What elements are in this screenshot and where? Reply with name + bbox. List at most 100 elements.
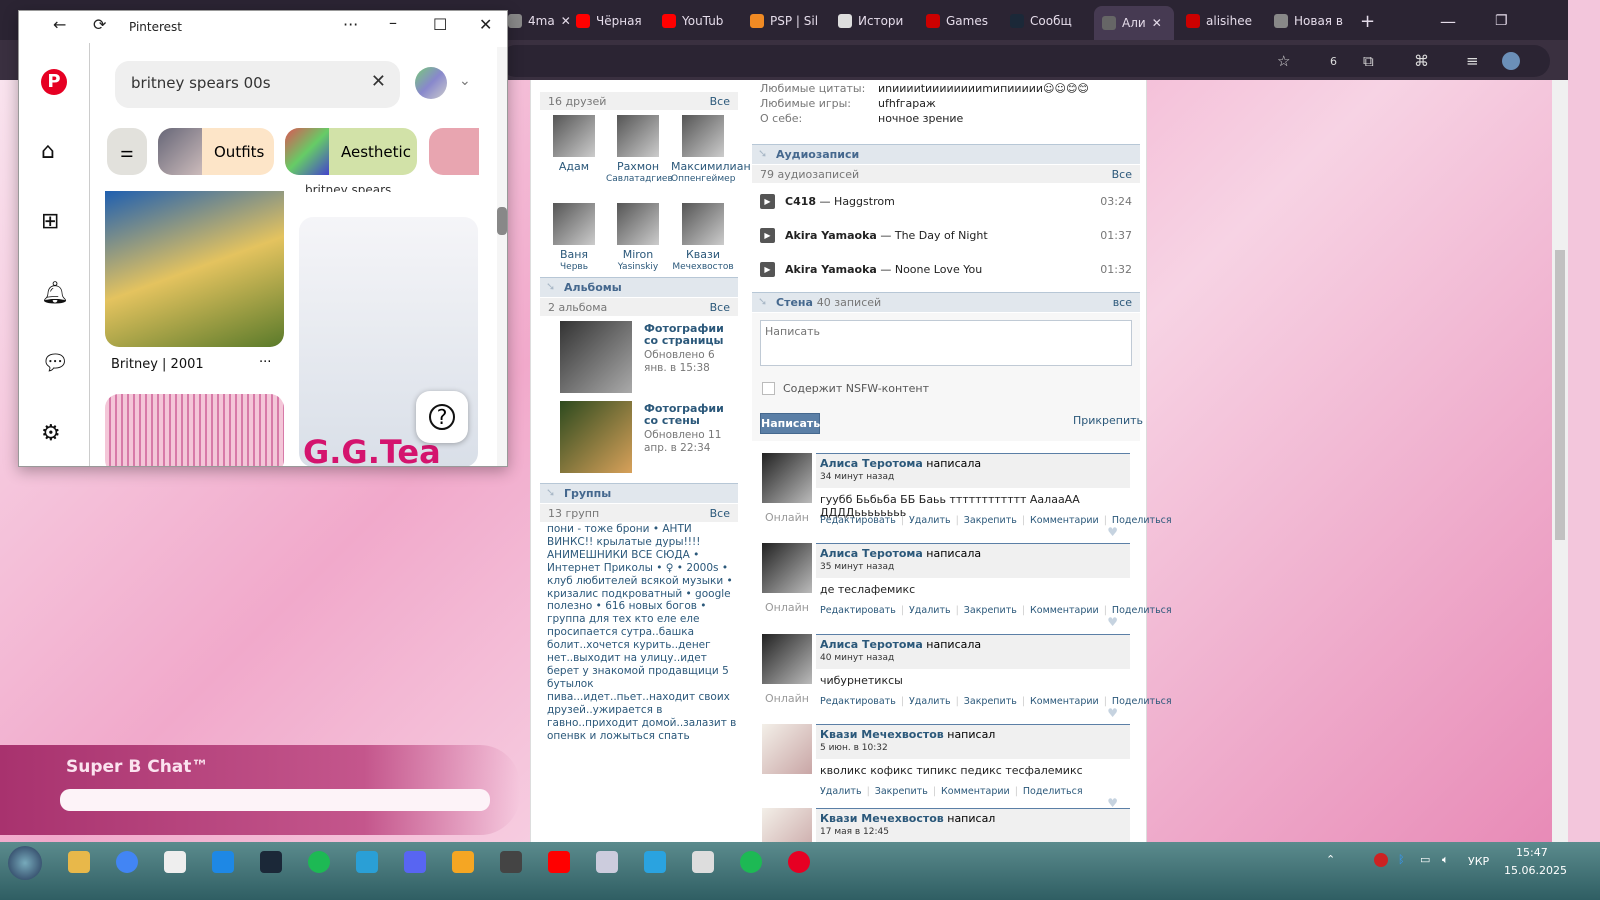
audio-all-link[interactable]: Все <box>1112 168 1132 181</box>
taskbar-spotify-icon[interactable] <box>308 851 330 873</box>
like-heart-icon[interactable]: ♥ <box>1107 525 1118 539</box>
post-comments-link[interactable]: Комментарии <box>1030 696 1099 707</box>
minimize-icon[interactable]: – <box>389 13 397 32</box>
post-edit-link[interactable]: Редактировать <box>820 696 896 707</box>
network-icon[interactable]: ▭ <box>1420 853 1430 866</box>
post-delete-link[interactable]: Удалить <box>820 786 862 797</box>
clock-time[interactable]: 15:47 <box>1516 846 1548 859</box>
post-author-link[interactable]: Алиса Теротома <box>820 547 923 560</box>
help-button[interactable]: ? <box>416 391 468 443</box>
taskbar-file-explorer-icon[interactable] <box>68 851 90 873</box>
like-heart-icon[interactable]: ♥ <box>1107 706 1118 720</box>
new-tab-button[interactable]: + <box>1360 8 1375 34</box>
friend-item[interactable]: Максимилиан Оппенгеймер <box>671 115 751 185</box>
post-time[interactable]: 40 минут назад <box>820 653 1126 663</box>
attach-link[interactable]: Прикрепить <box>1073 414 1143 427</box>
user-avatar[interactable] <box>415 67 447 99</box>
taskbar-youtube-icon[interactable] <box>548 851 570 873</box>
tray-app-icon[interactable] <box>1374 853 1388 867</box>
chip-aesthetic[interactable]: Aesthetic <box>285 128 417 175</box>
close-tab-icon[interactable]: ✕ <box>1152 16 1162 30</box>
close-tab-icon[interactable]: ✕ <box>561 14 571 28</box>
post-time[interactable]: 34 минут назад <box>820 472 1126 482</box>
home-icon[interactable]: ⌂ <box>41 139 55 164</box>
post-share-link[interactable]: Поделиться <box>1023 786 1083 797</box>
browser-tab[interactable]: alisihee <box>1186 8 1264 34</box>
browser-tab[interactable]: YouTub <box>662 8 740 34</box>
post-comments-link[interactable]: Комментарии <box>1030 515 1099 526</box>
like-heart-icon[interactable]: ♥ <box>1107 615 1118 629</box>
translate-icon[interactable]: ⌘ <box>1414 52 1429 70</box>
post-comments-link[interactable]: Комментарии <box>1030 605 1099 616</box>
taskbar-app-icon[interactable] <box>452 851 474 873</box>
bell-icon[interactable]: 🔔︎ <box>41 281 69 306</box>
refresh-icon[interactable]: ⟳ <box>93 15 106 34</box>
nsfw-checkbox[interactable]: Содержит NSFW-контент <box>762 382 929 395</box>
bluetooth-icon[interactable]: ᛒ <box>1398 853 1405 866</box>
pinterest-logo[interactable]: P <box>41 69 67 95</box>
friend-item[interactable]: Адам <box>542 115 606 173</box>
extensions-icon[interactable]: ⧉ <box>1363 52 1374 70</box>
search-input[interactable]: britney spears 00s ✕ <box>115 61 400 108</box>
back-icon[interactable]: ← <box>53 15 66 34</box>
play-icon[interactable]: ▶ <box>760 193 775 209</box>
browser-tab[interactable]: 4ma ✕ <box>508 8 586 34</box>
taskbar-app-icon[interactable] <box>596 851 618 873</box>
groups-all-link[interactable]: Все <box>710 507 730 520</box>
filter-button[interactable]: ⚌ <box>107 128 147 175</box>
post-pin-link[interactable]: Закрепить <box>875 786 928 797</box>
chip-outfits[interactable]: Outfits <box>158 128 274 175</box>
chevron-down-icon[interactable]: ⌄ <box>459 73 471 89</box>
groups-header[interactable]: Группы <box>540 483 738 503</box>
taskbar-chrome-icon[interactable] <box>116 851 138 873</box>
browser-tab[interactable]: Games <box>926 8 1004 34</box>
pin-caption[interactable]: britney spears <box>305 183 391 192</box>
taskbar-spotify-icon[interactable] <box>740 851 762 873</box>
star-icon[interactable]: ☆ <box>1277 52 1290 70</box>
post-edit-link[interactable]: Редактировать <box>820 515 896 526</box>
post-author-link[interactable]: Алиса Теротома <box>820 638 923 651</box>
post-share-link[interactable]: Поделиться <box>1112 605 1172 616</box>
taskbar-app-icon[interactable] <box>500 851 522 873</box>
post-pin-link[interactable]: Закрепить <box>964 605 1017 616</box>
post-comments-link[interactable]: Комментарии <box>941 786 1010 797</box>
post-delete-link[interactable]: Удалить <box>909 696 951 707</box>
browser-tab[interactable]: PSP | Sil <box>750 8 828 34</box>
post-author-link[interactable]: Квази Мечехвостов <box>820 812 944 825</box>
audio-track[interactable]: ▶ Akira Yamaoka — Noone Love You 01:32 <box>760 259 1132 279</box>
post-pin-link[interactable]: Закрепить <box>964 696 1017 707</box>
close-icon[interactable]: ✕ <box>479 15 492 34</box>
extension-badge[interactable]: 6 <box>1330 55 1337 68</box>
browser-tab[interactable]: Чёрная <box>576 8 654 34</box>
browser-tab[interactable]: Али ✕ <box>1094 6 1174 40</box>
post-time[interactable]: 35 минут назад <box>820 562 1126 572</box>
maximize-icon[interactable]: ☐ <box>433 15 447 34</box>
more-icon[interactable]: ··· <box>343 15 358 34</box>
tray-chevron-icon[interactable]: ⌃ <box>1326 853 1335 866</box>
play-icon[interactable]: ▶ <box>760 261 775 277</box>
album-item[interactable]: Фотографии со стены Обновлено 11 апр. в 2… <box>560 401 740 473</box>
taskbar-app-icon[interactable] <box>164 851 186 873</box>
author-avatar[interactable] <box>762 453 812 503</box>
post-edit-link[interactable]: Редактировать <box>820 605 896 616</box>
browser-tab[interactable]: Новая в <box>1274 8 1352 34</box>
volume-icon[interactable]: 🔈︎ <box>1442 853 1449 867</box>
taskbar-telegram-icon[interactable] <box>644 851 666 873</box>
pin-image[interactable] <box>105 394 284 466</box>
chip-more[interactable] <box>429 128 479 175</box>
minimize-icon[interactable]: — <box>1440 8 1456 34</box>
friends-all-link[interactable]: Все <box>710 95 730 108</box>
chat-input[interactable] <box>60 789 490 811</box>
taskbar-pinterest-icon[interactable] <box>788 851 810 873</box>
friend-item[interactable]: Ваня Червь <box>542 203 606 273</box>
create-icon[interactable]: ⊞ <box>41 209 59 234</box>
taskbar-settings-icon[interactable] <box>692 851 714 873</box>
pin-more-button[interactable]: ··· <box>259 355 271 370</box>
wall-all-link[interactable]: все <box>1113 296 1132 309</box>
audio-track[interactable]: ▶ Akira Yamaoka — The Day of Night 01:37 <box>760 225 1132 245</box>
pin-caption[interactable]: Britney | 2001 <box>111 357 204 372</box>
albums-all-link[interactable]: Все <box>710 301 730 314</box>
restore-icon[interactable]: ❐ <box>1495 8 1508 34</box>
clock-date[interactable]: 15.06.2025 <box>1504 864 1567 877</box>
post-author-link[interactable]: Квази Мечехвостов <box>820 728 944 741</box>
